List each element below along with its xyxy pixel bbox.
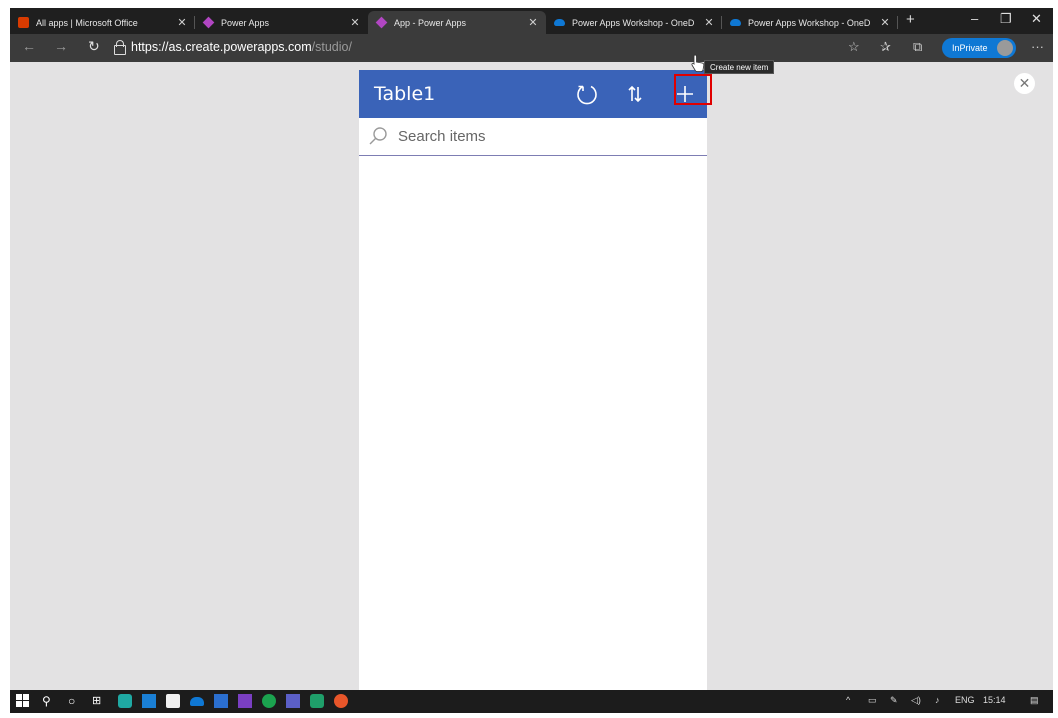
- minimize-button[interactable]: –: [971, 11, 978, 26]
- tab-title: Power Apps Workshop - OneD: [748, 17, 871, 28]
- search-icon: [368, 126, 388, 151]
- favorite-star-icon[interactable]: ☆: [848, 39, 860, 55]
- notifications-icon[interactable]: ▤: [1030, 695, 1039, 706]
- close-tab-icon[interactable]: ✕: [348, 16, 362, 29]
- task-view-icon[interactable]: ⊞: [92, 694, 106, 708]
- inprivate-label: InPrivate: [952, 43, 988, 53]
- forward-button[interactable]: →: [54, 38, 68, 54]
- show-hidden-icon[interactable]: ^: [846, 695, 850, 705]
- inprivate-badge[interactable]: InPrivate: [942, 38, 1016, 58]
- collections-icon[interactable]: ⧉: [913, 39, 922, 55]
- outlook-icon[interactable]: [214, 694, 228, 708]
- tab-onedrive-1[interactable]: Power Apps Workshop - OneD ✕: [546, 11, 722, 34]
- tab-power-apps[interactable]: Power Apps ✕: [195, 11, 368, 34]
- windows-start-icon[interactable]: [16, 694, 30, 708]
- powerapps-icon: [202, 16, 215, 29]
- app-orange-icon[interactable]: [334, 694, 348, 708]
- input-icon[interactable]: ♪: [935, 695, 940, 705]
- reload-button[interactable]: ↻: [88, 38, 100, 55]
- volume-icon[interactable]: ◁): [911, 695, 921, 706]
- app-header: Table1: [359, 70, 707, 118]
- mail-icon[interactable]: [142, 694, 156, 708]
- office-icon: [18, 17, 29, 28]
- onedrive-icon: [554, 19, 565, 26]
- search-bar[interactable]: Search items: [359, 118, 707, 156]
- tab-app-power-apps[interactable]: App - Power Apps ✕: [368, 11, 546, 34]
- tab-title: App - Power Apps: [394, 17, 467, 28]
- lock-icon: [114, 40, 126, 55]
- profile-avatar: [997, 40, 1013, 56]
- window-close-button[interactable]: ✕: [1031, 11, 1042, 27]
- tab-title: Power Apps Workshop - OneD: [572, 17, 695, 28]
- store-icon[interactable]: [166, 694, 180, 708]
- clock[interactable]: 15:14: [983, 695, 1006, 705]
- teams-icon[interactable]: [286, 694, 300, 708]
- edge-icon[interactable]: [118, 694, 132, 708]
- onenote-icon[interactable]: [238, 694, 252, 708]
- tab-title: Power Apps: [221, 17, 270, 28]
- url-host: https://as.create.powerapps.com: [131, 40, 312, 54]
- new-tab-button[interactable]: +: [906, 11, 915, 28]
- more-menu-icon[interactable]: ···: [1031, 39, 1044, 54]
- app-screen: Table1 Search items: [359, 70, 707, 690]
- address-toolbar: ← → ↻ https://as.create.powerapps.com/st…: [10, 34, 1053, 62]
- hand-cursor-icon: [691, 54, 705, 77]
- close-preview-button[interactable]: ✕: [1014, 73, 1035, 94]
- tab-title: All apps | Microsoft Office: [36, 17, 138, 28]
- tab-strip: All apps | Microsoft Office ✕ Power Apps…: [10, 8, 1053, 34]
- back-button[interactable]: ←: [22, 38, 36, 54]
- maximize-button[interactable]: ❐: [1000, 11, 1012, 27]
- sort-icon[interactable]: [621, 70, 649, 118]
- page-viewport: ✕ Table1 Search items: [10, 62, 1053, 690]
- search-input[interactable]: Search items: [398, 128, 486, 145]
- close-tab-icon[interactable]: ✕: [175, 16, 189, 29]
- close-tab-icon[interactable]: ✕: [878, 16, 892, 29]
- close-tab-icon[interactable]: ✕: [702, 16, 716, 29]
- close-tab-icon[interactable]: ✕: [526, 16, 540, 29]
- favorites-icon[interactable]: ✰: [880, 39, 891, 55]
- tab-all-apps[interactable]: All apps | Microsoft Office ✕: [10, 11, 195, 34]
- onedrive-icon: [730, 19, 741, 26]
- taskbar: ⚲ ○ ⊞ ^ ▭ ✎ ◁) ♪ ENG 15:14 ▤: [10, 690, 1053, 713]
- refresh-icon[interactable]: [571, 70, 603, 118]
- url-path: /studio/: [311, 40, 352, 54]
- highlight-box: [674, 74, 712, 105]
- edge-dev-icon[interactable]: [310, 694, 324, 708]
- network-icon[interactable]: ▭: [868, 695, 877, 706]
- pen-icon[interactable]: ✎: [890, 695, 898, 706]
- onedrive-taskbar-icon[interactable]: [190, 697, 204, 706]
- cortana-icon[interactable]: ○: [68, 694, 82, 708]
- powerapps-icon: [375, 16, 388, 29]
- app-green-icon[interactable]: [262, 694, 276, 708]
- tab-separator: [897, 16, 898, 29]
- search-taskbar-icon[interactable]: ⚲: [42, 694, 56, 708]
- browser-window: All apps | Microsoft Office ✕ Power Apps…: [10, 8, 1053, 713]
- language-indicator[interactable]: ENG: [955, 695, 975, 705]
- tab-onedrive-2[interactable]: Power Apps Workshop - OneD ✕: [722, 11, 898, 34]
- tooltip: Create new item: [704, 60, 775, 74]
- address-bar[interactable]: https://as.create.powerapps.com/studio/: [131, 40, 352, 54]
- app-title: Table1: [374, 83, 436, 105]
